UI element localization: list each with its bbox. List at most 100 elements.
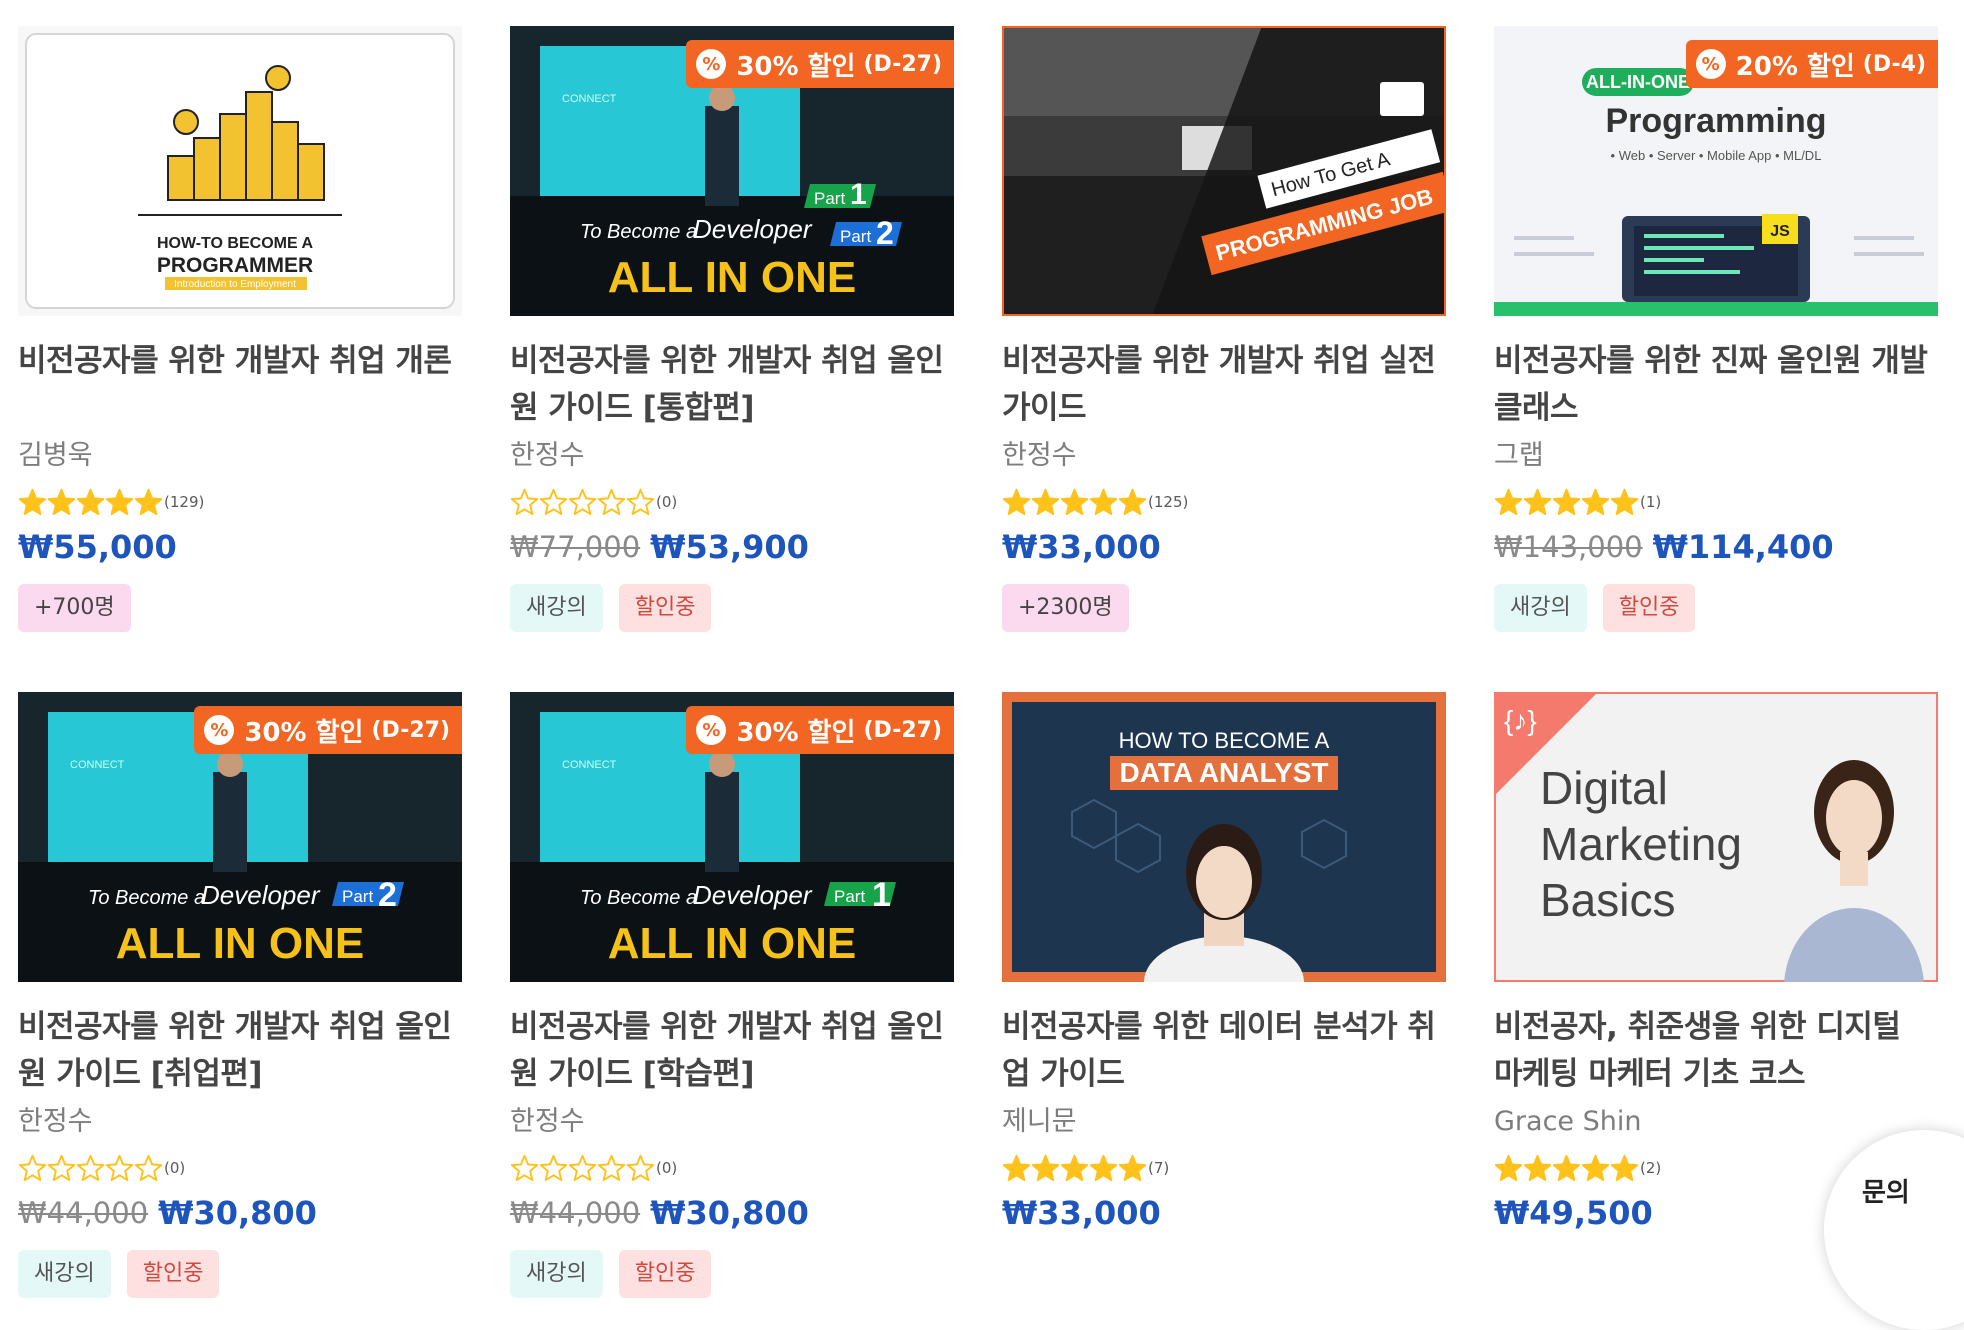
star-filled-icon — [76, 488, 105, 515]
star-rating — [1002, 488, 1147, 517]
thumb-sub: To Become a — [580, 887, 697, 909]
discount-days: (D-27) — [863, 717, 942, 743]
sale-price: ₩114,400 — [1652, 528, 1834, 566]
rating-count: (125) — [1148, 493, 1189, 511]
course-thumbnail[interactable]: How To Get A PROGRAMMING JOB — [1002, 26, 1446, 316]
star-empty-icon — [626, 488, 655, 515]
sale-price: ₩33,000 — [1002, 1194, 1161, 1232]
course-title[interactable]: 비전공자를 위한 진짜 올인원 개발 클래스 — [1494, 338, 1938, 432]
thumb-part-n2: 2 — [876, 215, 894, 251]
course-title[interactable]: 비전공자를 위한 데이터 분석가 취업 가이드 — [1002, 1004, 1446, 1098]
star-empty-icon — [626, 1154, 655, 1181]
discount-badge: % 30% 할인 (D-27) — [686, 40, 954, 88]
on-sale-badge: 할인중 — [1602, 584, 1696, 632]
course-title[interactable]: 비전공자를 위한 개발자 취업 올인원 가이드 [통합편] — [510, 338, 954, 432]
thumb-brand: CONNECT — [70, 759, 125, 771]
thumb-dev: Developer — [693, 880, 813, 910]
course-thumbnail[interactable]: CONNECT To Become a Developer Part 1 Par… — [510, 26, 954, 316]
course-thumbnail[interactable]: HOW-TO BECOME A PROGRAMMER Introduction … — [18, 26, 462, 316]
rating-count: (0) — [656, 493, 678, 511]
star-filled-icon — [1118, 488, 1147, 515]
course-card[interactable]: HOW TO BECOME A DATA ANALYST 비전공자를 위한 데이… — [1002, 692, 1446, 1252]
thumb-main: ALL IN ONE — [116, 919, 365, 968]
new-course-badge: 새강의 — [18, 1250, 111, 1298]
course-tags: 새강의 할인중 — [18, 1250, 462, 1298]
course-price: ₩44,000 ₩30,800 — [18, 1188, 462, 1238]
rating-count: (7) — [1148, 1159, 1170, 1177]
thumb-part: Part — [342, 887, 373, 906]
star-filled-icon — [1552, 488, 1581, 515]
thumb-sub: To Become a — [580, 221, 697, 243]
star-filled-icon — [1523, 488, 1552, 515]
original-price: ₩44,000 — [510, 1196, 641, 1230]
student-count-badge: +700명 — [18, 584, 131, 632]
thumbnail-programmer-image: HOW-TO BECOME A PROGRAMMER Introduction … — [18, 26, 462, 316]
thumb-line1: HOW-TO BECOME A — [157, 235, 314, 252]
star-empty-icon — [568, 1154, 597, 1181]
course-card[interactable]: CONNECT To Become a Developer Part 1 Par… — [510, 26, 954, 692]
course-rating: (0) — [510, 1148, 954, 1188]
star-filled-icon — [1118, 1154, 1147, 1181]
course-rating: (125) — [1002, 482, 1446, 522]
course-thumbnail[interactable]: {♪} Digital Marketing Basics — [1494, 692, 1938, 982]
star-rating — [510, 1154, 655, 1183]
discount-days: (D-27) — [863, 51, 942, 77]
thumb-main: ALL IN ONE — [608, 919, 857, 968]
course-title[interactable]: 비전공자를 위한 개발자 취업 개론 — [18, 338, 462, 432]
thumb-main: ALL IN ONE — [608, 253, 857, 302]
star-filled-icon — [1002, 1154, 1031, 1181]
star-rating — [1494, 1154, 1639, 1183]
course-thumbnail[interactable]: ALL-IN-ONE Programming • Web • Server • … — [1494, 26, 1938, 316]
course-title[interactable]: 비전공자를 위한 개발자 취업 실전 가이드 — [1002, 338, 1446, 432]
course-card[interactable]: ALL-IN-ONE Programming • Web • Server • … — [1494, 26, 1938, 692]
star-filled-icon — [105, 488, 134, 515]
thumb-part: Part — [834, 887, 865, 906]
course-title[interactable]: 비전공자를 위한 개발자 취업 올인원 가이드 [취업편] — [18, 1004, 462, 1098]
course-title[interactable]: 비전공자를 위한 개발자 취업 올인원 가이드 [학습편] — [510, 1004, 954, 1098]
star-empty-icon — [105, 1154, 134, 1181]
sale-price: ₩53,900 — [650, 528, 809, 566]
course-instructor: 한정수 — [1002, 440, 1077, 471]
discount-badge: % 30% 할인 (D-27) — [686, 706, 954, 754]
discount-badge: % 20% 할인 (D-4) — [1685, 40, 1938, 88]
thumb-line1: Digital — [1540, 762, 1668, 814]
star-empty-icon — [539, 1154, 568, 1181]
star-filled-icon — [1002, 488, 1031, 515]
original-price: ₩143,000 — [1494, 530, 1643, 564]
course-rating: (0) — [18, 1148, 462, 1188]
course-thumbnail[interactable]: HOW TO BECOME A DATA ANALYST — [1002, 692, 1446, 982]
on-sale-badge: 할인중 — [126, 1250, 220, 1298]
course-card[interactable]: How To Get A PROGRAMMING JOB 비전공자를 위한 개발… — [1002, 26, 1446, 692]
course-thumbnail[interactable]: CONNECT To Become a Developer Part 2 ALL… — [18, 692, 462, 982]
star-empty-icon — [134, 1154, 163, 1181]
course-title[interactable]: 비전공자, 취준생을 위한 디지털 마케팅 마케터 기초 코스 — [1494, 1004, 1938, 1098]
percent-icon: % — [1695, 49, 1726, 79]
course-thumbnail[interactable]: CONNECT To Become a Developer Part 1 ALL… — [510, 692, 954, 982]
course-card[interactable]: HOW-TO BECOME A PROGRAMMER Introduction … — [18, 26, 462, 692]
thumb-logo: {♪} — [1504, 705, 1537, 736]
star-rating — [18, 488, 163, 517]
star-filled-icon — [1581, 1154, 1610, 1181]
course-card[interactable]: CONNECT To Become a Developer Part 2 ALL… — [18, 692, 462, 1298]
star-filled-icon — [1031, 1154, 1060, 1181]
star-rating — [1002, 1154, 1147, 1183]
course-card[interactable]: CONNECT To Become a Developer Part 1 ALL… — [510, 692, 954, 1298]
course-rating: (7) — [1002, 1148, 1446, 1188]
thumb-brand: CONNECT — [562, 93, 617, 105]
thumb-part-n1: 1 — [872, 876, 891, 914]
star-empty-icon — [539, 488, 568, 515]
rating-count: (1) — [1640, 493, 1662, 511]
discount-days: (D-27) — [371, 717, 450, 743]
on-sale-badge: 할인중 — [618, 584, 712, 632]
thumb-dev: Developer — [693, 214, 813, 244]
course-price: ₩33,000 — [1002, 1188, 1446, 1238]
thumb-dev: Developer — [201, 880, 321, 910]
course-price: ₩143,000 ₩114,400 — [1494, 522, 1938, 572]
thumb-line3: Basics — [1540, 874, 1675, 926]
course-tags: +2300명 — [1002, 584, 1446, 632]
star-rating — [510, 488, 655, 517]
thumb-badge: ALL-IN-ONE — [1586, 72, 1690, 92]
inquiry-label: 문의 — [1862, 1178, 1910, 1208]
course-instructor: 한정수 — [510, 1106, 585, 1137]
star-empty-icon — [597, 1154, 626, 1181]
